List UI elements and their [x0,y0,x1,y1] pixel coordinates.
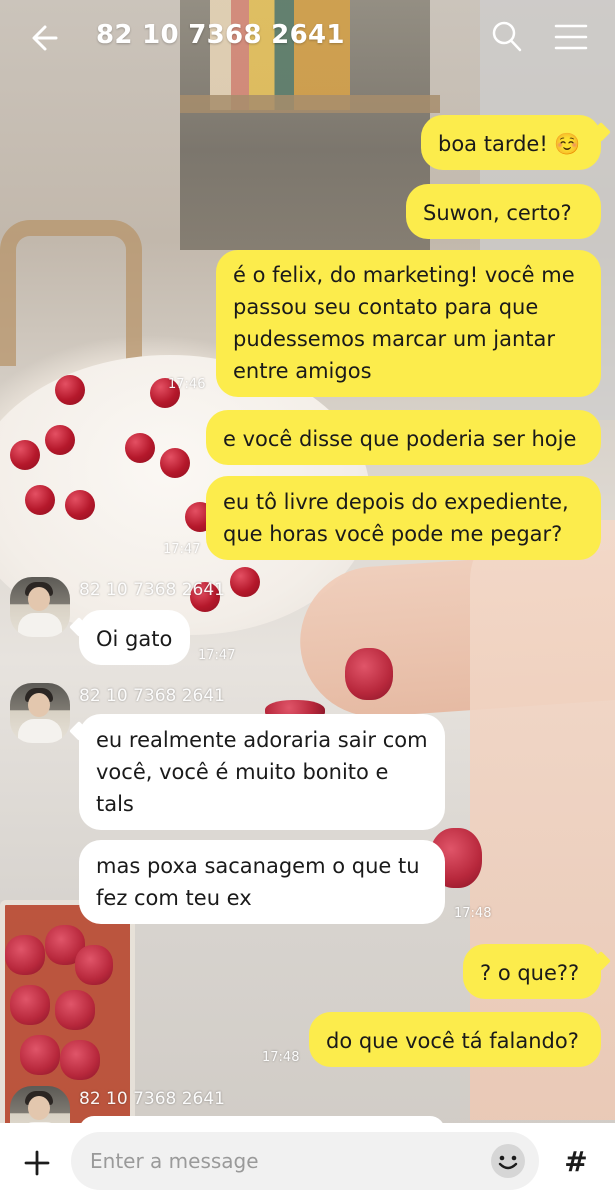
their-message[interactable]: Oi gato [79,610,190,665]
message-text: que horas você pode me pegar? [223,522,563,546]
emoji-icon[interactable] [488,1141,528,1181]
message-text: eu tô livre depois do expediente, [223,490,569,514]
message-text: pudessemos marcar um jantar [233,327,556,351]
contact-avatar[interactable] [10,683,70,743]
their-message[interactable]: mas poxa sacanagem o que tu fez com teu … [79,840,445,924]
their-message[interactable]: eu realmente adoraria sair com você, voc… [79,714,445,830]
message-text: entre amigos [233,359,372,383]
sender-name: 82 10 7368 2641 [79,580,226,600]
message-text: passou seu contato para que [233,295,539,319]
message-timestamp: 17:48 [454,906,492,921]
message-text: fez com teu ex [96,886,252,910]
message-text: e você disse que poderia ser hoje [223,427,577,451]
my-message[interactable]: eu tô livre depois do expediente, que ho… [206,476,601,560]
my-message[interactable]: ? o que?? [463,944,601,999]
message-text: tals [96,792,134,816]
message-text: Oi gato [96,627,173,651]
message-text: Suwon, certo? [423,201,572,225]
plus-icon[interactable] [17,1143,57,1183]
message-timestamp: 17:46 [168,377,206,392]
sender-name: 82 10 7368 2641 [79,686,226,706]
message-text: boa tarde! ☺️ [438,132,581,156]
message-text: ? o que?? [480,961,580,985]
my-message[interactable]: e você disse que poderia ser hoje [206,410,601,465]
my-message[interactable]: é o felix, do marketing! você me passou … [216,250,601,397]
my-message[interactable]: Suwon, certo? [406,184,601,239]
message-input[interactable] [71,1132,539,1190]
message-input-bar: # [0,1123,615,1200]
message-text: mas poxa sacanagem o que tu [96,854,420,878]
message-list[interactable]: boa tarde! ☺️ Suwon, certo? é o felix, d… [0,0,615,1146]
message-text: do que você tá falando? [326,1029,579,1053]
message-timestamp: 17:47 [198,648,236,663]
my-message[interactable]: do que você tá falando? [309,1012,601,1067]
contact-avatar[interactable] [10,577,70,637]
message-timestamp: 17:47 [163,542,201,557]
my-message[interactable]: boa tarde! ☺️ [421,115,601,170]
hash-button[interactable]: # [557,1142,595,1182]
sender-name: 82 10 7368 2641 [79,1089,226,1109]
message-text: eu realmente adoraria sair com [96,728,428,752]
message-text: você, você é muito bonito e [96,760,389,784]
message-text: é o felix, do marketing! você me [233,263,575,287]
message-timestamp: 17:48 [262,1050,300,1065]
